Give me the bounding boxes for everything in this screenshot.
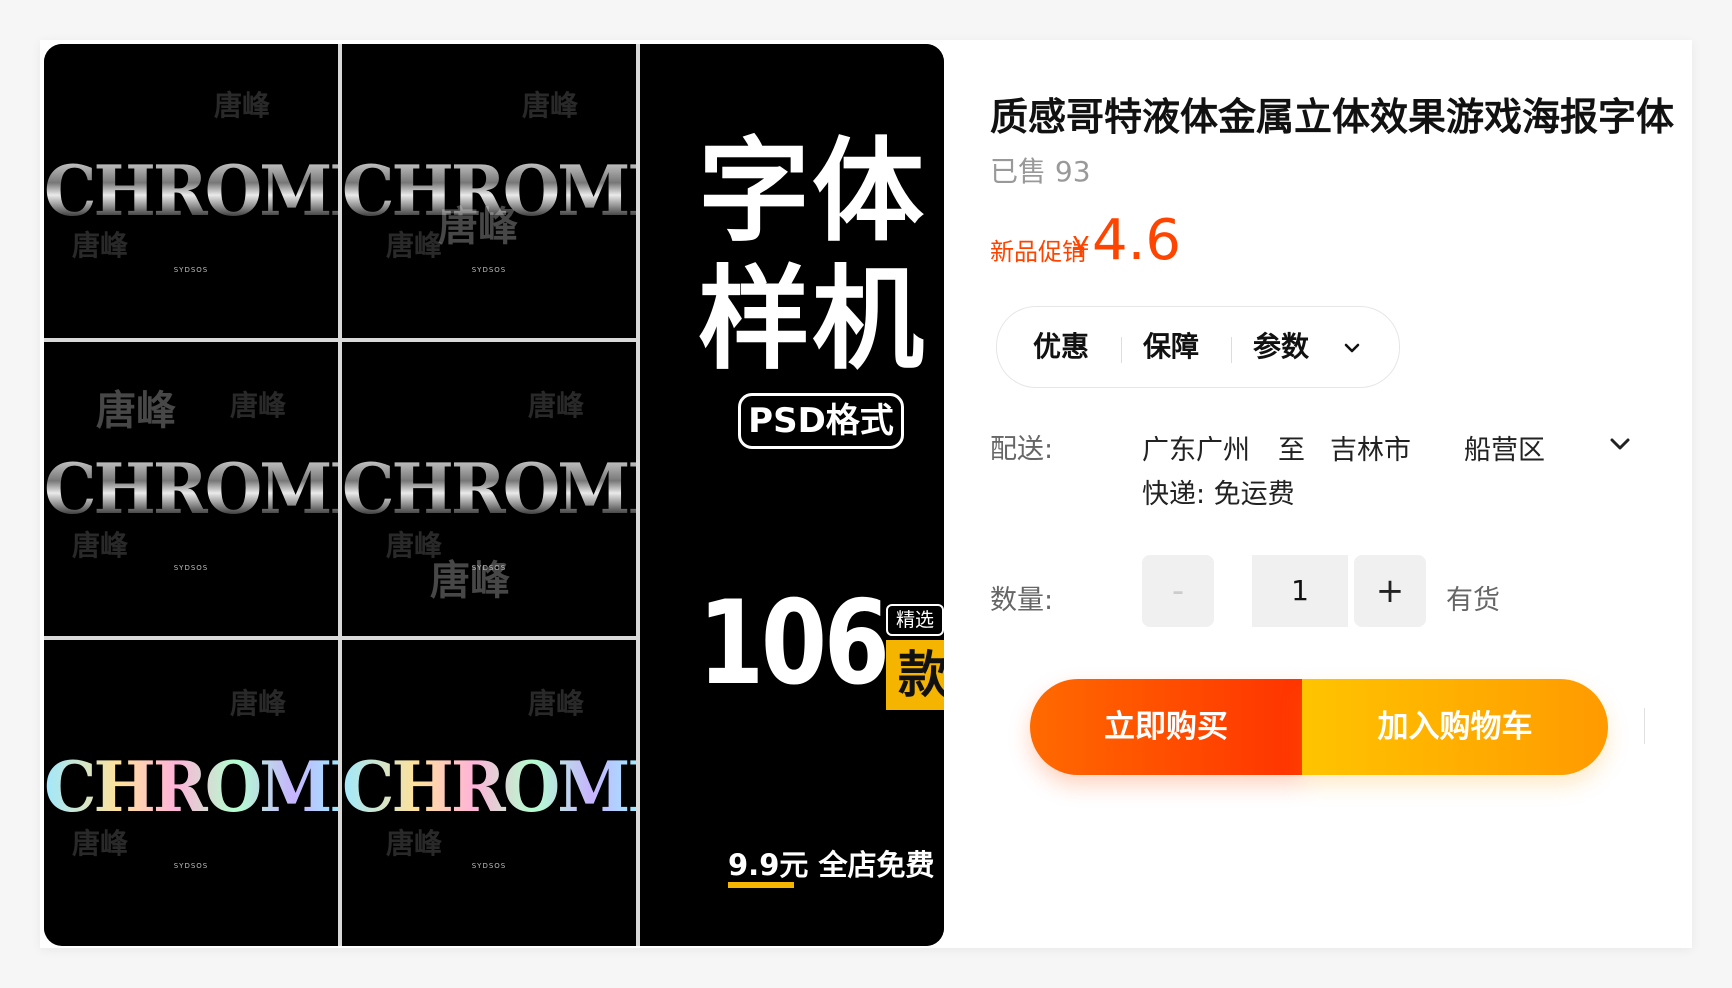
watermark: 唐峰 bbox=[528, 389, 585, 422]
watermark: 唐峰 bbox=[72, 529, 129, 562]
quantity-decrease-button[interactable]: - bbox=[1142, 555, 1214, 627]
tab-divider bbox=[1231, 337, 1232, 363]
buy-now-button[interactable]: 立即购买 bbox=[1030, 679, 1302, 775]
quantity-label: 数量: bbox=[990, 585, 1054, 616]
quantity-input[interactable]: 1 bbox=[1252, 555, 1348, 627]
preview-tile-3[interactable]: 唐峰 唐峰 CHROME 唐峰 SYDSOS bbox=[44, 342, 338, 636]
shipping-method: 快递: 免运费 bbox=[1142, 479, 1295, 510]
sold-count: 已售 93 bbox=[990, 155, 1091, 188]
pick-tag: 精选 bbox=[886, 604, 944, 636]
watermark: 唐峰 bbox=[72, 827, 129, 860]
stock-status: 有货 bbox=[1446, 585, 1500, 616]
chrome-art: CHROME bbox=[44, 448, 338, 530]
add-to-cart-button[interactable]: 加入购物车 bbox=[1302, 679, 1608, 775]
chrome-art: CHROME bbox=[44, 746, 338, 828]
action-divider bbox=[1644, 708, 1645, 744]
tile-divider bbox=[44, 338, 636, 342]
tab-divider bbox=[1121, 337, 1122, 363]
tab-params[interactable]: 参数 bbox=[1253, 307, 1373, 387]
watermark: 唐峰 bbox=[386, 827, 443, 860]
tiny-caption: SYDSOS bbox=[173, 564, 209, 572]
watermark: 唐峰 bbox=[430, 557, 510, 604]
tiny-caption: SYDSOS bbox=[471, 564, 507, 572]
shipping-label: 配送: bbox=[990, 434, 1054, 465]
promo-panel: 字体 样机 PSD格式 106 精选 款 9.9元 全店免费 bbox=[680, 44, 944, 946]
tiny-caption: SYDSOS bbox=[173, 862, 209, 870]
info-tabs: 优惠 保障 参数 bbox=[996, 306, 1400, 388]
ship-from: 广东广州 bbox=[1142, 435, 1250, 466]
currency-symbol: ¥ bbox=[1072, 230, 1090, 263]
product-card: 唐峰 CHROME 唐峰 SYDSOS 唐峰 CHROME 唐峰 唐峰 SYDS… bbox=[40, 40, 1692, 948]
preview-tile-1[interactable]: 唐峰 CHROME 唐峰 SYDSOS bbox=[44, 44, 338, 338]
chevron-down-icon bbox=[1610, 438, 1630, 450]
watermark: 唐峰 bbox=[230, 389, 287, 422]
preview-tile-5[interactable]: 唐峰 CHROME 唐峰 SYDSOS bbox=[44, 640, 338, 934]
footer-underline bbox=[728, 882, 794, 888]
tab-params-label: 参数 bbox=[1253, 330, 1310, 363]
quantity-increase-button[interactable]: + bbox=[1354, 555, 1426, 627]
chrome-art: CHROME bbox=[342, 746, 636, 828]
chrome-art: CHROME bbox=[342, 448, 636, 530]
watermark: 唐峰 bbox=[214, 89, 271, 122]
watermark: 唐峰 bbox=[386, 229, 443, 262]
product-title: 质感哥特液体金属立体效果游戏海报字体 bbox=[990, 95, 1675, 139]
promo-line-2: 样机 bbox=[698, 255, 926, 385]
tiny-caption: SYDSOS bbox=[471, 266, 507, 274]
watermark: 唐峰 bbox=[230, 687, 287, 720]
tiny-caption: SYDSOS bbox=[471, 862, 507, 870]
tile-divider bbox=[44, 636, 636, 640]
chevron-down-icon bbox=[1344, 343, 1360, 353]
format-badge: PSD格式 bbox=[738, 393, 904, 449]
ship-district: 船营区 bbox=[1464, 435, 1545, 466]
promo-line-1: 字体 bbox=[698, 127, 926, 257]
promo-footer: 9.9元 全店免费 bbox=[728, 848, 935, 882]
watermark: 唐峰 bbox=[528, 687, 585, 720]
watermark: 唐峰 bbox=[438, 203, 518, 250]
watermark: 唐峰 bbox=[72, 229, 129, 262]
price-value: 4.6 bbox=[1092, 208, 1182, 273]
destination-selector[interactable]: 吉林市 船营区 bbox=[1330, 420, 1660, 466]
count-unit-badge: 款 bbox=[886, 640, 944, 710]
watermark: 唐峰 bbox=[522, 89, 579, 122]
tile-divider bbox=[636, 44, 640, 946]
preview-tile-6[interactable]: 唐峰 CHROME 唐峰 SYDSOS bbox=[342, 640, 636, 934]
ship-city: 吉林市 bbox=[1330, 435, 1411, 466]
ship-to-word: 至 bbox=[1278, 435, 1305, 466]
watermark: 唐峰 bbox=[96, 387, 176, 434]
promo-count: 106 bbox=[698, 576, 890, 711]
preview-tile-2[interactable]: 唐峰 CHROME 唐峰 唐峰 SYDSOS bbox=[342, 44, 636, 338]
tile-divider bbox=[338, 44, 342, 946]
product-image-gallery[interactable]: 唐峰 CHROME 唐峰 SYDSOS 唐峰 CHROME 唐峰 唐峰 SYDS… bbox=[44, 44, 944, 946]
tab-guarantee[interactable]: 保障 bbox=[1143, 307, 1199, 387]
preview-tile-4[interactable]: 唐峰 CHROME 唐峰 唐峰 SYDSOS bbox=[342, 342, 636, 636]
tab-discount[interactable]: 优惠 bbox=[1033, 307, 1089, 387]
tiny-caption: SYDSOS bbox=[173, 266, 209, 274]
chrome-art: CHROME bbox=[44, 150, 338, 232]
